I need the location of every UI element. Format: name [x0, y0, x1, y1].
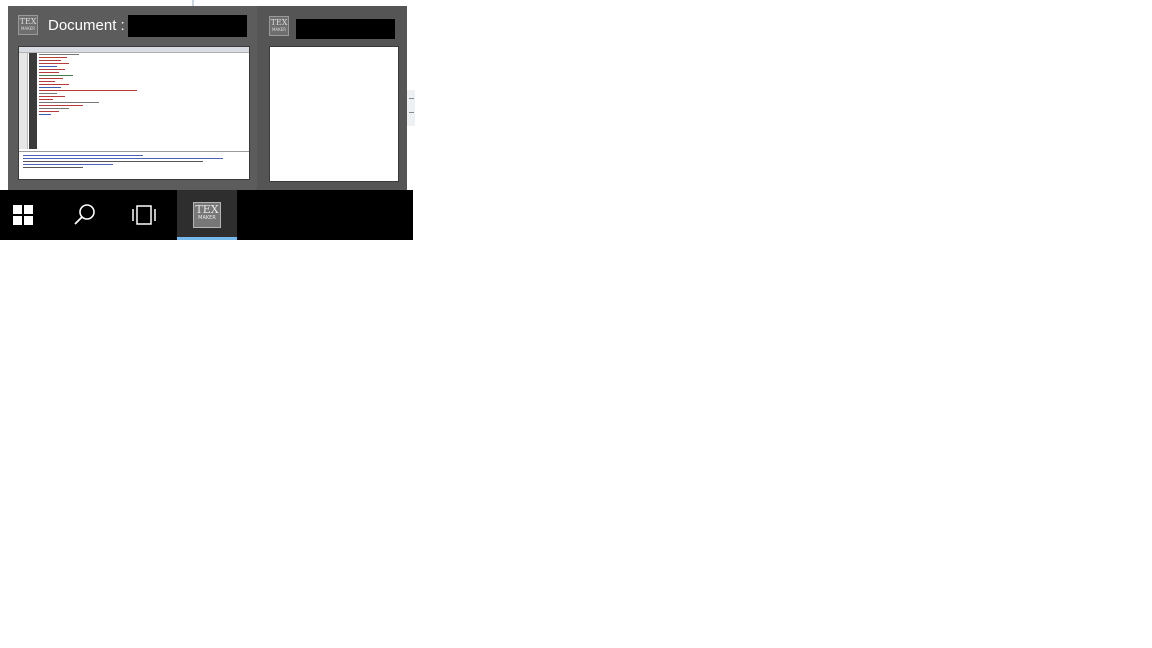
- thumbnail-card-document[interactable]: TEX MAKER Document : ✕: [8, 6, 257, 190]
- search-icon: [74, 204, 95, 225]
- window-preview-document[interactable]: [18, 46, 250, 180]
- preview-toolbar: [19, 47, 249, 53]
- background-window-scrollbar: [406, 90, 415, 126]
- texmaker-app-icon: TEX MAKER: [193, 202, 221, 228]
- active-app-indicator: [177, 237, 237, 240]
- taskbar-thumbnail-flyout: TEX MAKER Document : ✕: [8, 6, 407, 190]
- window-title: Document :: [48, 17, 125, 34]
- task-view-button[interactable]: [119, 190, 167, 240]
- preview-divider: [19, 151, 249, 152]
- search-button[interactable]: [60, 190, 108, 240]
- windows-logo-icon: [13, 205, 33, 225]
- preview-log-panel: [23, 155, 245, 177]
- window-preview-second[interactable]: [269, 46, 399, 182]
- preview-sidebar: [19, 53, 28, 149]
- taskbar: TEX MAKER: [0, 190, 413, 240]
- start-button[interactable]: [0, 190, 48, 240]
- thumbnail-card-second[interactable]: TEX MAKER: [257, 6, 407, 190]
- texmaker-app-icon: TEX MAKER: [269, 16, 289, 36]
- redacted-title: [128, 15, 247, 37]
- taskbar-app-texmaker[interactable]: TEX MAKER: [177, 190, 237, 240]
- preview-line-numbers: [29, 53, 37, 149]
- texmaker-app-icon: TEX MAKER: [18, 15, 38, 35]
- task-view-icon: [132, 205, 156, 225]
- preview-code-area: [39, 54, 245, 148]
- redacted-title: [296, 19, 395, 39]
